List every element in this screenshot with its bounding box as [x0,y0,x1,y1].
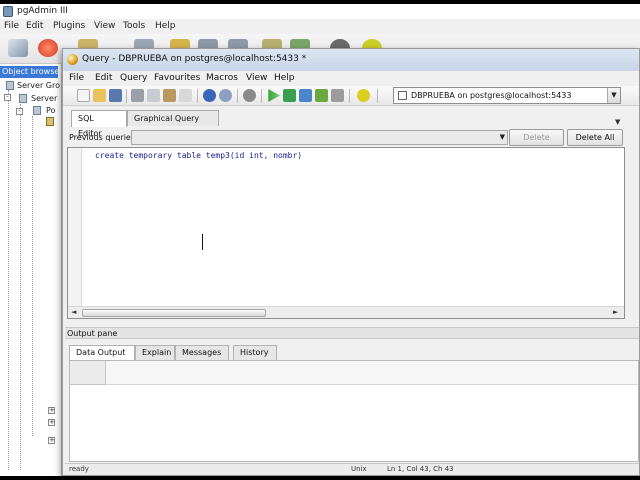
server-group-icon [6,81,14,90]
delete-all-button[interactable]: Delete All [567,129,623,146]
previous-queries-label: Previous queries [69,133,136,142]
tree-expander[interactable]: + [48,437,55,444]
horizontal-scrollbar[interactable]: ◄ ► [68,306,624,318]
query-window-title: Query - DBPRUEBA on postgres@localhost:5… [82,54,307,64]
tab-messages[interactable]: Messages [175,345,229,360]
tab-sql-editor[interactable]: SQL Editor [71,110,127,138]
explain-icon[interactable] [315,89,328,102]
object-browser-tab[interactable]: Object browser [0,66,58,78]
folder-icon [46,117,54,126]
execute-pgscript-icon[interactable] [283,89,296,102]
tree-expander[interactable]: - [4,94,11,101]
redo-icon[interactable] [219,89,232,102]
previous-queries-select[interactable]: ▼ [131,130,508,145]
tab-explain[interactable]: Explain [135,345,175,360]
open-folder-icon[interactable] [93,89,106,102]
query-menu-query[interactable]: Query [120,73,147,83]
query-menu-help[interactable]: Help [274,73,295,83]
tree-item-server[interactable]: Server [31,94,57,103]
sql-text[interactable]: create temporary table temp3(id int, nom… [95,151,302,160]
paste-icon[interactable] [163,89,176,102]
output-pane-header: Output pane [65,327,639,339]
tree-expander[interactable]: + [48,407,55,414]
help-icon[interactable] [357,89,370,102]
save-icon[interactable] [109,89,122,102]
tree-item-postgres[interactable]: Po [46,106,55,115]
find-icon[interactable] [243,89,256,102]
tree-expander[interactable]: - [16,108,23,115]
execute-icon[interactable] [268,89,280,102]
chevron-down-icon: ▼ [499,133,505,141]
undo-icon[interactable] [203,89,216,102]
status-encoding: Unix [351,465,367,473]
main-menu-file[interactable]: File [4,21,19,31]
scroll-right-icon[interactable]: ► [613,308,618,316]
status-bar: ready Unix Ln 1, Col 43, Ch 43 [65,463,639,475]
database-icon [33,106,41,115]
editor-tabs: SQL Editor Graphical Query Builder [67,110,637,138]
connection-select[interactable]: DBPRUEBA on postgres@localhost:5433 ▼ [393,87,621,104]
query-menu-file[interactable]: File [69,73,84,83]
tab-graphical-query-builder[interactable]: Graphical Query Builder [127,110,219,138]
main-menu-bar: File Edit Plugins View Tools Help [0,19,640,34]
query-menu-macros[interactable]: Macros [206,73,238,83]
query-toolbar: DBPRUEBA on postgres@localhost:5433 ▼ [63,86,639,106]
new-file-icon[interactable] [77,89,90,102]
query-title-bar[interactable]: Query - DBPRUEBA on postgres@localhost:5… [63,49,639,71]
scrollbar-thumb[interactable] [82,309,266,317]
query-menu-edit[interactable]: Edit [95,73,112,83]
status-cursor-position: Ln 1, Col 43, Ch 43 [387,465,454,473]
query-menu-favourites[interactable]: Favourites [154,73,200,83]
clear-icon[interactable] [179,89,192,102]
sql-editor[interactable]: create temporary table temp3(id int, nom… [67,147,625,319]
execute-to-file-icon[interactable] [299,89,312,102]
elephant-icon [3,6,13,17]
letterbox-bottom [0,476,640,480]
status-text: ready [69,465,89,473]
copy-icon[interactable] [147,89,160,102]
data-output-grid[interactable] [69,360,639,462]
query-window: Query - DBPRUEBA on postgres@localhost:5… [62,48,640,476]
tree-item-server-group[interactable]: Server Gro [17,81,60,90]
chevron-down-icon[interactable]: ▼ [607,88,620,103]
main-menu-tools[interactable]: Tools [123,21,145,31]
output-tabs: Data Output Explain Messages History [69,345,629,360]
main-menu-plugins[interactable]: Plugins [53,21,85,31]
server-icon [19,94,27,103]
tab-history[interactable]: History [233,345,277,360]
delete-button[interactable]: Delete [509,129,564,146]
cancel-query-icon[interactable] [331,89,344,102]
query-tool-icon [67,54,78,65]
cut-icon[interactable] [131,89,144,102]
grid-header [106,361,638,385]
main-menu-view[interactable]: View [94,21,115,31]
grid-corner[interactable] [70,361,106,385]
main-menu-help[interactable]: Help [155,21,176,31]
connect-plug-icon[interactable] [8,39,28,57]
mouse-text-cursor [202,234,204,250]
tree-expander[interactable]: + [48,419,55,426]
previous-queries-row: Previous queries ▼ Delete Delete All [67,129,625,146]
panel-menu-arrow-icon[interactable]: ▼ [615,118,620,126]
connection-value: DBPRUEBA on postgres@localhost:5433 [411,91,572,100]
query-menu-view[interactable]: View [246,73,267,83]
line-gutter [68,148,82,306]
app-title: pgAdmin III [17,6,68,16]
scroll-left-icon[interactable]: ◄ [71,308,76,316]
query-menu-bar: File Edit Query Favourites Macros View H… [63,71,639,86]
tab-data-output[interactable]: Data Output [69,345,135,360]
connection-checkbox[interactable] [398,91,407,100]
main-title-bar: pgAdmin III [0,4,640,19]
main-menu-edit[interactable]: Edit [26,21,43,31]
refresh-icon[interactable] [38,39,58,57]
